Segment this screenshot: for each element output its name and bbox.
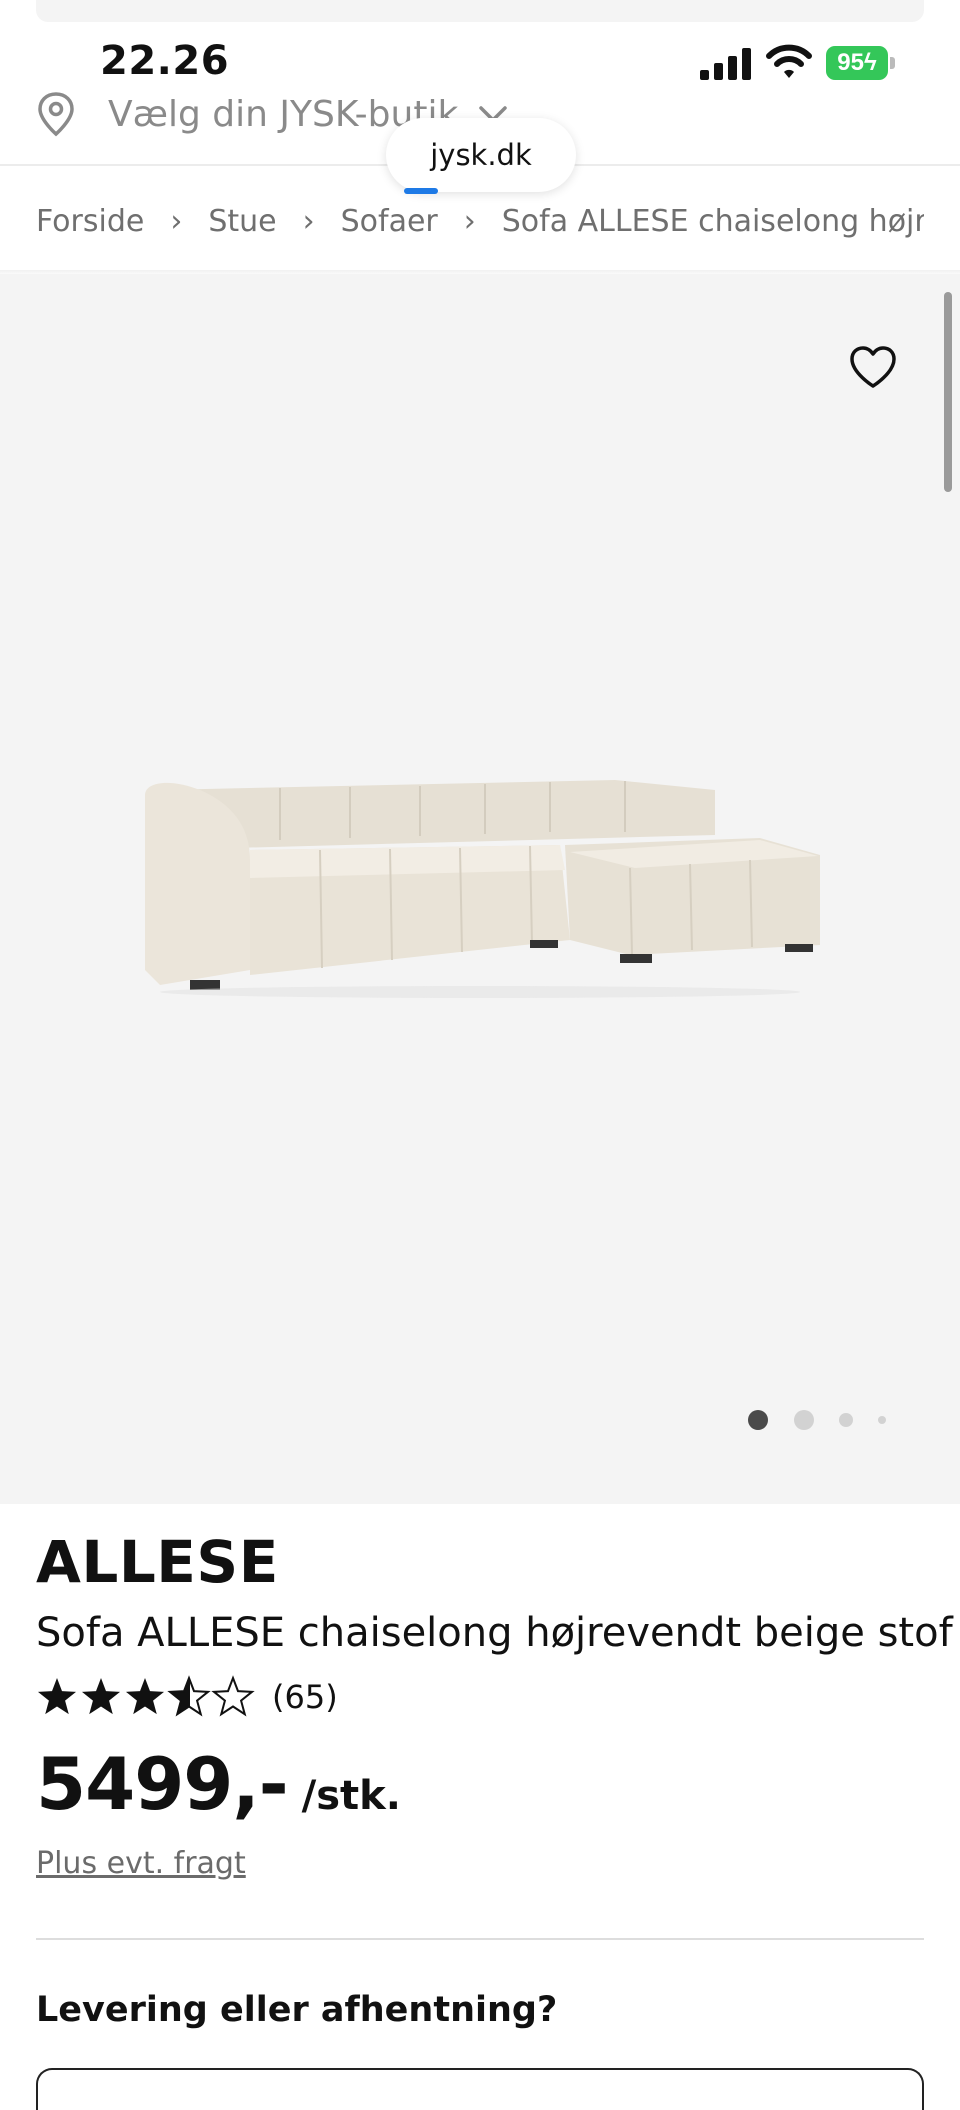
delivery-heading: Levering eller afhentning? (36, 1990, 558, 2030)
product-brand: ALLESE (36, 1528, 279, 1596)
gallery-dot[interactable] (794, 1410, 814, 1430)
gallery-dot[interactable] (878, 1416, 886, 1424)
heart-outline-icon[interactable] (848, 344, 898, 390)
breadcrumb-item-sofaer[interactable]: Sofaer (341, 204, 438, 239)
battery-icon: 95 ϟ (826, 46, 896, 80)
product-rating[interactable]: (65) (36, 1672, 338, 1722)
cellular-signal-icon (700, 48, 751, 80)
gallery-dots[interactable] (746, 1408, 896, 1432)
sofa-image (145, 780, 820, 998)
star-filled-icon (81, 1678, 121, 1715)
page-scrollbar[interactable] (944, 292, 952, 492)
status-time: 22.26 (100, 38, 230, 84)
breadcrumb-current: Sofa ALLESE chaiselong højrevendt beige … (501, 203, 924, 239)
review-count[interactable]: (65) (272, 1678, 338, 1716)
product-name: Sofa ALLESE chaiselong højrevendt beige … (36, 1610, 953, 1656)
star-filled-icon (125, 1678, 165, 1715)
freight-link[interactable]: Plus evt. fragt (36, 1846, 246, 1881)
url-text: jysk.dk (430, 138, 532, 172)
loading-progress-bar (404, 188, 438, 194)
delivery-option-box[interactable] (36, 2068, 924, 2110)
battery-level: 95 ϟ (826, 46, 888, 80)
star-filled-icon (37, 1678, 77, 1715)
rating-stars (37, 1675, 255, 1717)
chevron-right-icon: › (170, 203, 183, 239)
location-pin-icon (38, 92, 74, 137)
star-outline-icon (211, 1675, 255, 1717)
section-divider (36, 1938, 924, 1940)
chevron-right-icon: › (463, 203, 476, 239)
product-price: 5499,- (36, 1742, 289, 1826)
url-pill[interactable]: jysk.dk (386, 118, 576, 192)
gallery-dot[interactable] (748, 1410, 768, 1430)
top-fade (36, 0, 924, 22)
gallery-dot[interactable] (839, 1413, 853, 1427)
chevron-right-icon: › (302, 203, 315, 239)
price-row: 5499,- /stk. (36, 1742, 401, 1826)
breadcrumb: Forside › Stue › Sofaer › Sofa ALLESE ch… (36, 196, 924, 246)
breadcrumb-item-forside[interactable]: Forside (36, 204, 144, 239)
price-unit: /stk. (301, 1773, 401, 1819)
breadcrumb-item-stue[interactable]: Stue (208, 204, 276, 239)
wifi-icon (766, 44, 812, 78)
